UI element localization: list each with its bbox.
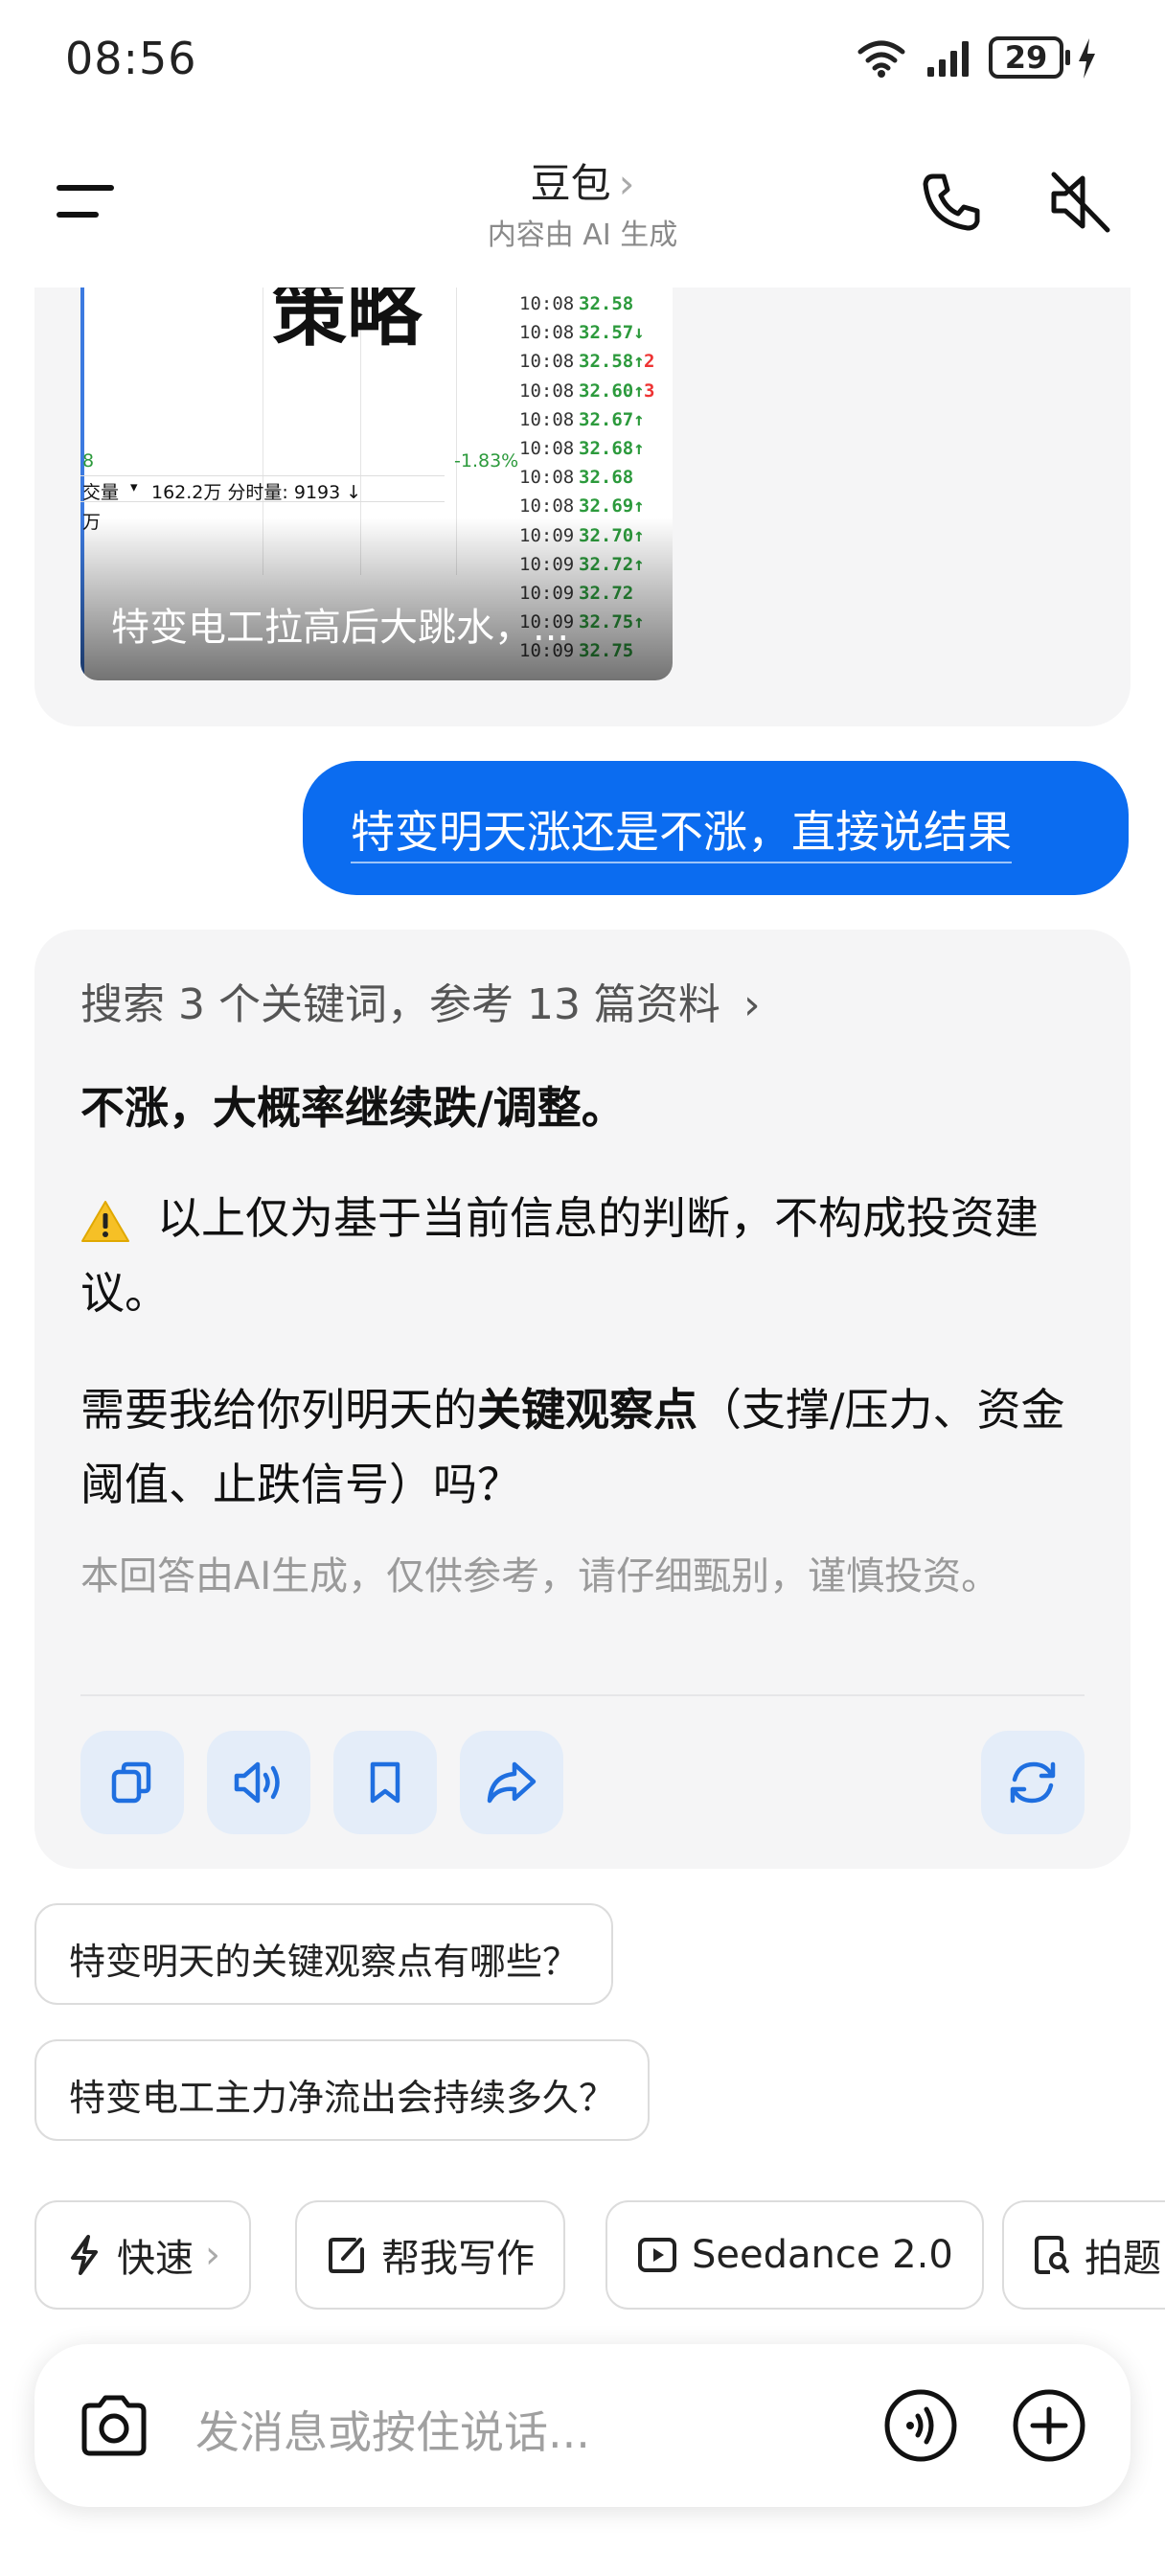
- shortcut-seedance[interactable]: Seedance 2.0: [605, 2200, 984, 2310]
- tick-row: 10:08 32.58↑ 2: [519, 351, 654, 373]
- chevron-right-icon: ›: [618, 160, 635, 207]
- tick-time: 10:08: [519, 322, 575, 344]
- lightning-icon: [71, 2235, 98, 2275]
- tick-time: 10:08: [519, 380, 575, 402]
- user-message-text: 特变明天涨还是不涨，直接说结果: [351, 806, 1012, 863]
- camera-icon[interactable]: [77, 2392, 151, 2459]
- tick-price: 32.60↑: [579, 380, 645, 402]
- warning-text: 以上仅为基于当前信息的判断，不构成投资建议。: [80, 1192, 1039, 1319]
- follow-up-question: 需要我给你列明天的关键观察点（支撑/压力、资金阈值、止跌信号）吗？: [80, 1372, 1096, 1522]
- tick-time: 10:08: [519, 293, 575, 314]
- pct-change: -1.83%: [454, 450, 519, 472]
- chevron-right-icon: ›: [742, 980, 761, 1029]
- tick-row: 10:08 32.68↑: [519, 438, 645, 459]
- status-time: 08:56: [65, 33, 197, 84]
- shortcut-label: 帮我写作: [381, 2237, 535, 2281]
- tick-time: 10:08: [519, 495, 575, 518]
- ask-bold: 关键观察点: [477, 1384, 697, 1436]
- message-input[interactable]: 发消息或按住说话...: [195, 2398, 590, 2461]
- tick-row: 10:08 32.68: [519, 467, 633, 489]
- tick-price: 32.58↑: [579, 351, 645, 373]
- answer-conclusion: 不涨，大概率继续跌/调整。: [80, 1082, 626, 1134]
- tick-row: 10:08 32.57↓: [519, 322, 645, 344]
- suggestion-chip[interactable]: 特变电工主力净流出会持续多久？: [34, 2039, 651, 2141]
- shortcut-label: Seedance 2.0: [692, 2233, 953, 2277]
- edit-icon: [329, 2238, 364, 2273]
- preview-caption: 特变电工拉高后大跳水，...: [111, 606, 570, 650]
- tick-extra: 2: [644, 351, 655, 373]
- tick-price: 32.68: [579, 467, 634, 489]
- dropdown-arrow-icon: ▾: [130, 478, 138, 495]
- tick-time: 10:08: [519, 408, 575, 430]
- regenerate-button[interactable]: [981, 1731, 1085, 1834]
- volume-label: 交量: [82, 482, 120, 503]
- search-summary-text[interactable]: 搜索 3 个关键词，参考 13 篇资料: [80, 980, 720, 1029]
- photo-search-icon: [1035, 2236, 1069, 2274]
- volume-text: 162.2万 分时量: 9193 ↓: [151, 482, 362, 503]
- tick-price: 32.68↑: [579, 438, 645, 459]
- voice-call-icon[interactable]: [883, 2388, 958, 2463]
- tick-time: 10:08: [519, 351, 575, 373]
- tick-row: 10:08 32.69↑: [519, 495, 645, 518]
- wifi-icon: [857, 40, 905, 78]
- speaker-icon: [234, 1761, 280, 1804]
- tick-price: 32.57↓: [579, 322, 645, 344]
- tick-row: 10:08 32.67↑: [519, 408, 645, 430]
- share-button[interactable]: [460, 1731, 563, 1834]
- preview-headline: 策略: [272, 288, 423, 356]
- stock-chart-preview[interactable]: 策略 8 -1.83% 交量 ▾ 162.2万 分时量: 9193 ↓ 万 10…: [80, 288, 673, 680]
- ai-generated-label: 内容由 AI 生成: [487, 218, 678, 252]
- tick-price: 32.67↑: [579, 408, 645, 430]
- volume-row: 交量 ▾ 162.2万 分时量: 9193 ↓: [80, 475, 445, 503]
- left-fragment: 8: [82, 450, 95, 472]
- tick-time: 10:08: [519, 467, 575, 489]
- suggestion-chip[interactable]: 特变明天的关键观察点有哪些？: [34, 1903, 614, 2005]
- copy-icon: [111, 1761, 151, 1804]
- user-message-bubble[interactable]: 特变明天涨还是不涨，直接说结果: [303, 761, 1129, 895]
- ask-prefix: 需要我给你列明天的: [80, 1384, 477, 1436]
- signal-icon: [927, 41, 969, 77]
- read-aloud-button[interactable]: [207, 1731, 310, 1834]
- tick-row: 10:08 32.60↑ 3: [519, 380, 654, 402]
- charging-icon: [1079, 38, 1095, 79]
- tick-price: 32.69↑: [579, 495, 645, 518]
- chat-title-text[interactable]: 豆包: [531, 160, 611, 207]
- tick-time: 10:08: [519, 438, 575, 459]
- chat-title[interactable]: 豆包 ›: [0, 151, 1165, 210]
- bookmark-button[interactable]: [333, 1731, 437, 1834]
- shortcut-label: 拍题: [1085, 2237, 1161, 2281]
- speaker-off-icon[interactable]: [1044, 167, 1115, 238]
- shortcut-writing[interactable]: 帮我写作: [295, 2200, 565, 2310]
- copy-button[interactable]: [80, 1731, 184, 1834]
- bookmark-icon: [370, 1761, 400, 1804]
- phone-icon[interactable]: [918, 169, 985, 236]
- shortcut-photo-question[interactable]: 拍题: [1002, 2200, 1165, 2310]
- shortcut-label: 快速: [117, 2237, 194, 2281]
- search-summary[interactable]: 搜索 3 个关键词，参考 13 篇资料 ›: [80, 970, 761, 1031]
- ai-disclaimer: 本回答由AI生成，仅供参考，请仔细甄别，谨慎投资。: [80, 1554, 1000, 1598]
- play-icon: [638, 2238, 676, 2272]
- battery-level: 29: [1004, 39, 1048, 76]
- shortcut-fast[interactable]: 快速 ›: [34, 2200, 251, 2310]
- divider: [80, 1694, 1085, 1696]
- share-icon: [487, 1761, 537, 1804]
- battery-tip: [1065, 50, 1070, 65]
- chevron-right-icon: ›: [205, 2233, 220, 2277]
- regenerate-icon: [1010, 1761, 1056, 1804]
- tick-extra: 3: [644, 380, 655, 402]
- tick-price: 32.58: [579, 293, 634, 314]
- tick-row: 10:08 32.58: [519, 293, 633, 314]
- battery-indicator: 29: [989, 36, 1063, 79]
- add-icon[interactable]: [1012, 2388, 1086, 2463]
